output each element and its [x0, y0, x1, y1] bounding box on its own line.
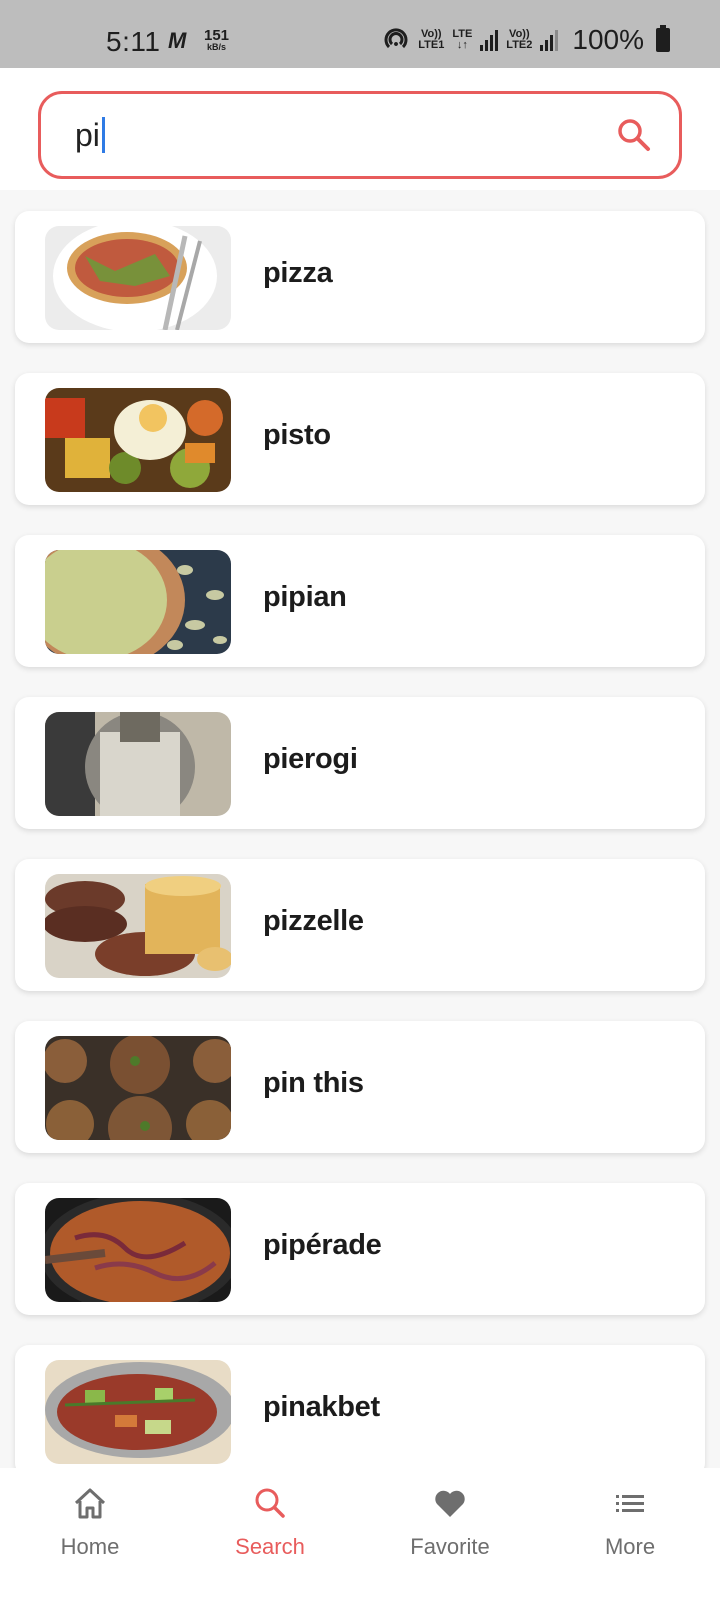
result-item-pisto[interactable]: pisto: [15, 373, 705, 505]
result-title: pizzelle: [263, 905, 364, 937]
text-caret: [101, 117, 105, 153]
nav-label: More: [604, 1534, 656, 1559]
search-input[interactable]: pi: [38, 91, 682, 179]
status-bar: 5:11 M 151 kB/s Vo)) LTE1 LTE ↓↑ Vo)) LT…: [0, 0, 720, 68]
result-item-pin-this[interactable]: pin this: [15, 1021, 705, 1153]
search-bar-area: pi: [0, 68, 720, 190]
search-icon[interactable]: [615, 116, 653, 154]
result-title: pipian: [263, 581, 347, 613]
nav-label: Search: [235, 1534, 305, 1559]
result-item-pinakbet[interactable]: pinakbet: [15, 1345, 705, 1477]
result-item-piperade[interactable]: pipérade: [15, 1183, 705, 1315]
search-query: pi: [75, 116, 100, 153]
result-item-pierogi[interactable]: pierogi: [15, 697, 705, 829]
lte-indicator: LTE ↓↑: [452, 28, 473, 51]
status-icons: Vo)) LTE1 LTE ↓↑ Vo)) LTE2 100%: [382, 24, 670, 56]
search-icon: [255, 1488, 285, 1518]
result-title: pizza: [263, 257, 333, 289]
result-item-pipian[interactable]: pipian: [15, 535, 705, 667]
network-speed: 151 kB/s: [204, 28, 229, 52]
result-item-pizzelle[interactable]: pizzelle: [15, 859, 705, 991]
result-title: pipérade: [263, 1229, 382, 1261]
speed-value: 151: [204, 27, 230, 44]
nav-more[interactable]: More: [540, 1468, 720, 1600]
result-item-pizza[interactable]: pizza: [15, 211, 705, 343]
status-time: 5:11: [106, 26, 161, 57]
result-title: pinakbet: [263, 1391, 380, 1423]
pinakbet-photo: [45, 1360, 231, 1464]
heart-icon: [435, 1490, 465, 1517]
result-title: pisto: [263, 419, 331, 451]
result-title: pierogi: [263, 743, 358, 775]
hotspot-icon: [384, 28, 408, 49]
pizza-photo: [45, 226, 231, 330]
pisto-photo: [45, 388, 231, 492]
bottom-navigation: Home Search Favorite More: [0, 1468, 720, 1600]
piperade-photo: [45, 1198, 231, 1302]
signal-strength-2-icon: [540, 29, 559, 51]
nav-home[interactable]: Home: [0, 1468, 180, 1600]
sim2-indicator: Vo)) LTE2: [506, 28, 533, 51]
battery-percent: 100%: [572, 24, 644, 55]
pizzelle-photo: [45, 874, 231, 978]
result-title: pin this: [263, 1067, 364, 1099]
pin-this-photo: [45, 1036, 231, 1140]
battery-icon: [656, 25, 670, 52]
nav-search[interactable]: Search: [180, 1468, 360, 1600]
nav-favorite[interactable]: Favorite: [360, 1468, 540, 1600]
list-icon: [616, 1495, 644, 1512]
nav-label: Favorite: [410, 1534, 490, 1559]
carrier-m-icon: M: [168, 28, 187, 53]
pierogi-photo: [45, 712, 231, 816]
speed-unit: kB/s: [207, 42, 227, 52]
signal-strength-1-icon: [480, 29, 499, 51]
home-icon: [74, 1488, 106, 1519]
nav-label: Home: [60, 1534, 120, 1559]
sim1-indicator: Vo)) LTE1: [418, 28, 445, 51]
pipian-photo: [45, 550, 231, 654]
